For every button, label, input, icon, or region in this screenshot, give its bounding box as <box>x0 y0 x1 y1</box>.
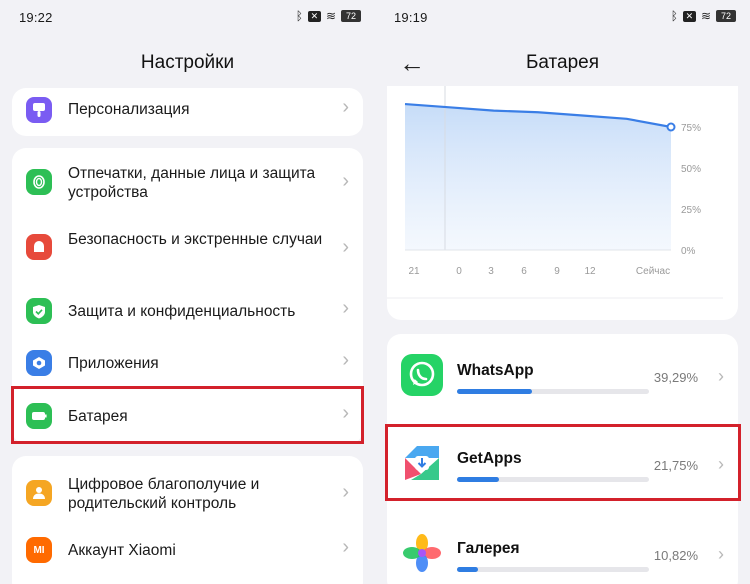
chevron-right-icon: › <box>342 170 349 192</box>
usage-bar <box>457 389 649 394</box>
shield-icon <box>26 298 52 324</box>
settings-card-personalization: Персонализация › <box>12 88 363 136</box>
apps-icon <box>26 350 52 376</box>
chevron-right-icon: › <box>342 481 349 503</box>
x-tick-label: 12 <box>584 266 596 277</box>
usage-percent: 10,82% <box>653 548 698 563</box>
whatsapp-icon <box>401 354 443 396</box>
brush-icon <box>26 97 52 123</box>
gallery-icon <box>401 532 443 574</box>
settings-item-label: Цифровое благополучие и родительский кон… <box>68 476 260 512</box>
y-tick-label: 75% <box>681 123 701 134</box>
battery-status-icon: 72 <box>716 10 736 22</box>
status-bar: 19:19 ᛒ ✕ ≋ 72 <box>375 0 750 34</box>
settings-item-xiaomi-account[interactable]: MI Аккаунт Xiaomi › <box>12 528 363 580</box>
page-title: Батарея <box>525 52 600 73</box>
wellbeing-icon <box>26 480 52 506</box>
settings-item-biometrics[interactable]: Отпечатки, данные лица и защита устройст… <box>12 150 363 214</box>
settings-item-label: Защита и конфиденциальность <box>68 303 296 320</box>
settings-screen: 19:22 ᛒ ✕ ≋ 72 Настройки Персонализация … <box>0 0 375 584</box>
wifi-icon: ≋ <box>325 9 336 23</box>
wifi-icon: ≋ <box>700 9 711 23</box>
bluetooth-icon: ᛒ <box>295 9 303 23</box>
y-tick-label: 25% <box>681 205 701 216</box>
app-row-whatsapp[interactable]: WhatsApp 39,29% › <box>387 334 738 422</box>
battery-chart: 75% 50% 25% 0% 21 0 3 6 9 12 Сейчас <box>387 86 723 299</box>
usage-bar-fill <box>457 389 533 394</box>
usage-percent: 39,29% <box>653 370 698 385</box>
settings-item-label: Отпечатки, данные лица и защита устройст… <box>68 165 316 201</box>
highlight-box <box>11 386 364 444</box>
y-tick-label: 0% <box>681 246 696 257</box>
silent-icon: ✕ <box>682 10 696 22</box>
chevron-right-icon: › <box>342 236 349 258</box>
x-tick-label: Сейчас <box>636 266 670 277</box>
status-time: 19:19 <box>394 10 428 25</box>
y-tick-label: 50% <box>681 164 701 175</box>
settings-item-apps[interactable]: Приложения › <box>12 338 363 388</box>
settings-item-emergency[interactable]: Безопасность и экстренные случаи › <box>12 218 363 282</box>
x-tick-label: 9 <box>554 266 560 277</box>
app-row-gallery[interactable]: Галерея 10,82% › <box>387 510 738 584</box>
battery-status-icon: 72 <box>341 10 361 22</box>
x-tick-label: 0 <box>456 266 462 277</box>
settings-item-label: Приложения <box>68 355 159 372</box>
chevron-right-icon: › <box>342 536 349 558</box>
settings-item-wellbeing[interactable]: Цифровое благополучие и родительский кон… <box>12 462 363 526</box>
usage-bar-fill <box>457 567 478 572</box>
settings-item-label: Аккаунт Xiaomi <box>68 542 176 559</box>
chevron-right-icon: › <box>342 96 349 118</box>
app-name: Галерея <box>457 540 520 557</box>
battery-screen: 19:19 ᛒ ✕ ≋ 72 ← Батарея 75% 50% 25% 0% 21 0 3… <box>375 0 750 584</box>
highlight-box <box>385 424 741 501</box>
status-bar: 19:22 ᛒ ✕ ≋ 72 <box>0 0 375 34</box>
chevron-right-icon: › <box>342 297 349 319</box>
page-title: Настройки <box>140 52 235 73</box>
chevron-right-icon: › <box>718 544 724 564</box>
fingerprint-icon <box>26 169 52 195</box>
battery-chart-card: 75% 50% 25% 0% 21 0 3 6 9 12 Сейчас <box>387 86 738 320</box>
x-tick-label: 3 <box>488 266 494 277</box>
silent-icon: ✕ <box>307 10 321 22</box>
emergency-icon <box>26 234 52 260</box>
x-tick-label: 21 <box>408 266 420 277</box>
settings-card-account: Цифровое благополучие и родительский кон… <box>12 456 363 584</box>
settings-item-label: Персонализация <box>68 101 190 118</box>
status-time: 19:22 <box>19 10 53 25</box>
chevron-right-icon: › <box>342 349 349 371</box>
usage-bar <box>457 567 649 572</box>
chevron-right-icon: › <box>718 366 724 386</box>
xiaomi-icon: MI <box>26 537 52 563</box>
x-tick-label: 6 <box>521 266 527 277</box>
settings-item-personalization[interactable]: Персонализация › <box>12 88 363 132</box>
app-name: WhatsApp <box>457 362 534 379</box>
settings-item-privacy[interactable]: Защита и конфиденциальность › <box>12 286 363 336</box>
current-level-dot <box>666 122 676 132</box>
bluetooth-icon: ᛒ <box>670 9 678 23</box>
settings-item-label: Безопасность и экстренные случаи <box>68 231 323 248</box>
